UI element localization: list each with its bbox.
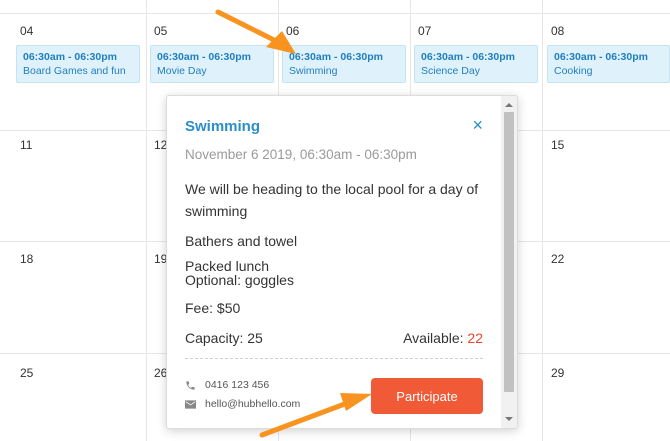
day-number: 29 [551,366,565,380]
event-time: 06:30am - 06:30pm [23,51,117,63]
popup-title: Swimming [185,118,261,135]
event-time: 06:30am - 06:30pm [289,51,383,63]
calendar-event[interactable]: 06:30am - 06:30pm Swimming [282,45,406,83]
event-item: Packed lunch [185,258,270,274]
event-time: 06:30am - 06:30pm [157,51,251,63]
day-number: 04 [20,24,34,38]
event-detail-popup: Swimming × November 6 2019, 06:30am - 06… [166,95,518,429]
event-name: Cooking [554,65,593,77]
event-name: Board Games and fun [23,65,126,77]
contact-email: hello@hubhello.com [185,398,300,410]
event-name: Movie Day [157,65,207,77]
contact-phone: 0416 123 456 [185,379,269,391]
availability-label: Available: [403,330,468,346]
phone-icon [186,380,195,390]
event-item: Bathers and towel [185,233,298,249]
availability-count: 22 [467,330,483,346]
calendar-event[interactable]: 06:30am - 06:30pm Cooking [547,45,670,83]
event-name: Swimming [289,65,338,77]
day-number: 18 [20,252,34,266]
calendar-event[interactable]: 06:30am - 06:30pm Movie Day [150,45,274,83]
event-description: We will be heading to the local pool for… [185,181,479,219]
day-number: 15 [551,138,565,152]
mail-icon [185,399,196,409]
day-number: 08 [551,24,565,38]
event-time: 06:30am - 06:30pm [421,51,515,63]
email-address: hello@hubhello.com [205,398,301,410]
day-number: 05 [154,24,168,38]
scroll-up-icon[interactable] [505,101,513,109]
event-availability: Available: 22 [403,330,483,346]
event-time: 06:30am - 06:30pm [554,51,648,63]
event-date: November 6 2019, 06:30am - 06:30pm [185,147,417,162]
grid-line [542,0,543,441]
day-number: 25 [20,366,34,380]
calendar-event[interactable]: 06:30am - 06:30pm Science Day [414,45,538,83]
scroll-thumb[interactable] [504,112,514,392]
phone-number: 0416 123 456 [205,379,270,391]
event-name: Science Day [421,65,480,77]
participate-button[interactable]: Participate [371,378,483,414]
event-item: Optional: goggles [185,272,294,288]
event-capacity: Capacity: 25 [185,330,263,346]
close-icon[interactable]: × [472,116,483,134]
grid-line [146,0,147,441]
divider [185,358,483,359]
grid-line [0,13,670,14]
popup-scrollbar[interactable] [501,96,517,428]
calendar-event[interactable]: 06:30am - 06:30pm Board Games and fun [16,45,140,83]
day-number: 11 [20,138,33,152]
day-number: 06 [286,24,300,38]
scroll-down-icon[interactable] [505,415,513,423]
day-number: 07 [418,24,432,38]
event-fee: Fee: $50 [185,300,241,316]
day-number: 22 [551,252,565,266]
